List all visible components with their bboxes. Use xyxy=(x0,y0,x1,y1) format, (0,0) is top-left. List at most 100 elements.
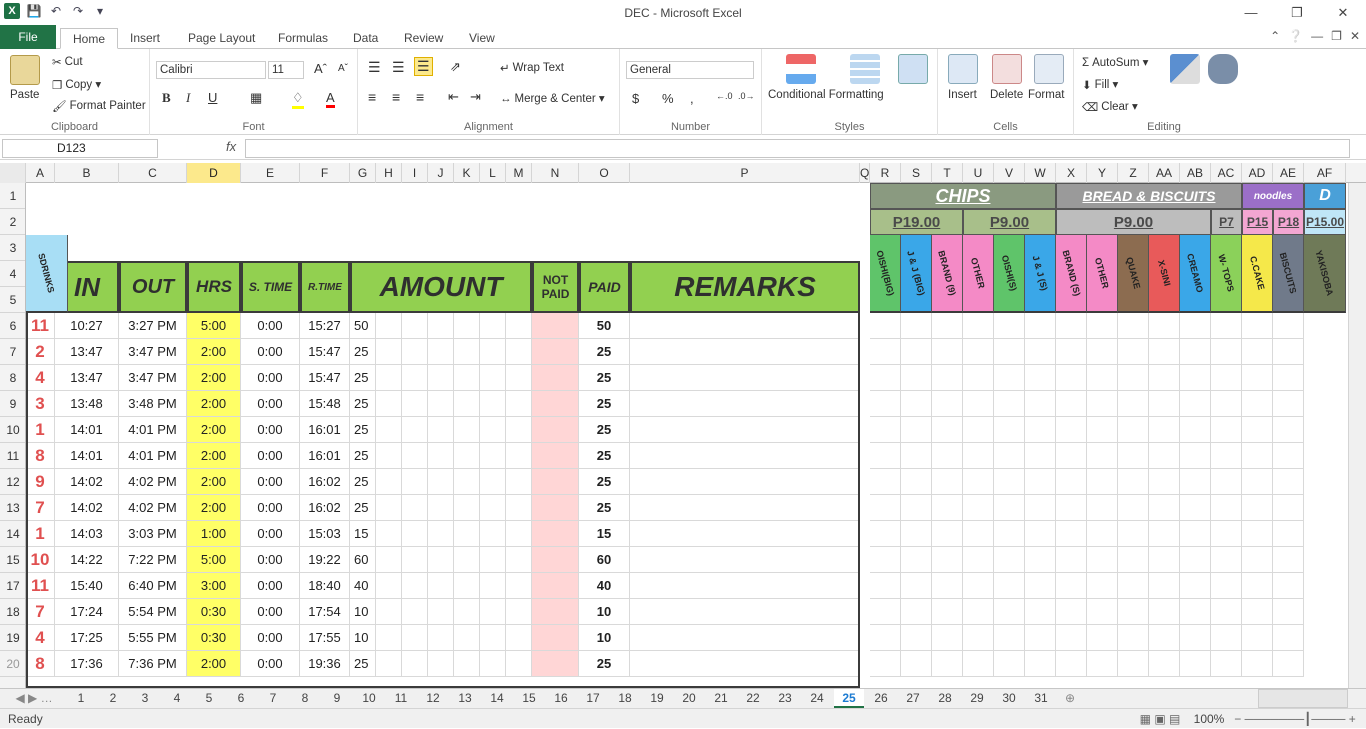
cell-blank[interactable] xyxy=(1056,313,1087,339)
cell-blank[interactable] xyxy=(428,391,454,417)
column-header-e[interactable]: E xyxy=(241,163,300,183)
tab-insert[interactable]: Insert xyxy=(118,28,172,49)
row-header-2[interactable]: 2 xyxy=(0,209,25,235)
cell-not-paid[interactable] xyxy=(532,313,579,339)
sheet-tab-26[interactable]: 26 xyxy=(866,689,896,708)
cell-blank[interactable] xyxy=(1025,339,1056,365)
cell-blank[interactable] xyxy=(1149,469,1180,495)
cell-blank[interactable] xyxy=(1180,651,1211,677)
column-header-ab[interactable]: AB xyxy=(1180,163,1211,183)
cell-blank[interactable] xyxy=(376,625,402,651)
cell-blank[interactable] xyxy=(901,443,932,469)
cell-blank[interactable] xyxy=(1211,365,1242,391)
cell-blank[interactable] xyxy=(454,469,480,495)
cell-rtime[interactable]: 15:27 xyxy=(300,313,350,339)
cell-blank[interactable] xyxy=(1056,417,1087,443)
sheet-tab-27[interactable]: 27 xyxy=(898,689,928,708)
cell-paid[interactable]: 25 xyxy=(579,339,630,365)
cell-blank[interactable] xyxy=(1180,547,1211,573)
tab-formulas[interactable]: Formulas xyxy=(266,28,340,49)
column-header-a[interactable]: A xyxy=(26,163,55,183)
cell-blank[interactable] xyxy=(994,443,1025,469)
collapse-ribbon-icon[interactable]: ⌃ xyxy=(1270,29,1280,43)
cell-amt[interactable]: 60 xyxy=(350,547,376,573)
cell-blank[interactable] xyxy=(1242,495,1273,521)
format-cells-icon[interactable] xyxy=(1034,54,1064,84)
comma-button[interactable]: , xyxy=(690,91,694,106)
cell-blank[interactable] xyxy=(994,313,1025,339)
cell-blank[interactable] xyxy=(870,469,901,495)
cell-remarks[interactable] xyxy=(630,599,860,625)
cell-blank[interactable] xyxy=(1211,391,1242,417)
cell-blank[interactable] xyxy=(1118,599,1149,625)
cell-out[interactable]: 4:01 PM xyxy=(119,443,187,469)
cell-paid[interactable]: 40 xyxy=(579,573,630,599)
tab-file[interactable]: File xyxy=(0,25,56,49)
cell-blank[interactable] xyxy=(376,599,402,625)
cell-in[interactable]: 14:01 xyxy=(55,417,119,443)
cell-remarks[interactable] xyxy=(630,391,860,417)
cell-amt[interactable]: 25 xyxy=(350,651,376,677)
cell-blank[interactable] xyxy=(376,651,402,677)
cell-amt[interactable]: 10 xyxy=(350,625,376,651)
cell-blank[interactable] xyxy=(932,521,963,547)
decrease-decimal-icon[interactable]: .0→ xyxy=(738,91,755,101)
conditional-formatting-icon[interactable] xyxy=(786,54,816,84)
align-middle-icon[interactable]: ☰ xyxy=(392,59,405,76)
cell-out[interactable]: 3:03 PM xyxy=(119,521,187,547)
cell-blank[interactable] xyxy=(1273,547,1304,573)
cell-blank[interactable] xyxy=(932,339,963,365)
cell-paid[interactable]: 25 xyxy=(579,417,630,443)
cell-blank[interactable] xyxy=(1056,599,1087,625)
cell-rtime[interactable]: 15:47 xyxy=(300,365,350,391)
fill-button[interactable]: ⬇ Fill ▾ xyxy=(1082,77,1118,92)
cell-blank[interactable] xyxy=(480,339,506,365)
cell-blank[interactable] xyxy=(428,365,454,391)
cell-blank[interactable] xyxy=(376,417,402,443)
cell-blank[interactable] xyxy=(1025,417,1056,443)
tab-view[interactable]: View xyxy=(457,28,507,49)
zoom-slider[interactable]: − ───────┃──── + xyxy=(1230,710,1360,729)
cell-out[interactable]: 4:02 PM xyxy=(119,469,187,495)
cell-blank[interactable] xyxy=(506,391,532,417)
sheet-tab-17[interactable]: 17 xyxy=(578,689,608,708)
cell-blank[interactable] xyxy=(428,599,454,625)
cell-blank[interactable] xyxy=(932,651,963,677)
cell-blank[interactable] xyxy=(1025,547,1056,573)
cell-blank[interactable] xyxy=(932,469,963,495)
cell-blank[interactable] xyxy=(1118,625,1149,651)
column-header-j[interactable]: J xyxy=(428,163,454,183)
cell-blank[interactable] xyxy=(1211,651,1242,677)
paste-icon[interactable] xyxy=(10,55,40,85)
cell-blank[interactable] xyxy=(1056,651,1087,677)
column-header-c[interactable]: C xyxy=(119,163,187,183)
cell-rtime[interactable]: 18:40 xyxy=(300,573,350,599)
cell-blank[interactable] xyxy=(454,365,480,391)
column-header-b[interactable]: B xyxy=(55,163,119,183)
cell-blank[interactable] xyxy=(1180,313,1211,339)
cell-in[interactable]: 14:02 xyxy=(55,495,119,521)
cell-blank[interactable] xyxy=(454,625,480,651)
cell-blank[interactable] xyxy=(870,547,901,573)
cell-rtime[interactable]: 17:54 xyxy=(300,599,350,625)
cell-blank[interactable] xyxy=(994,495,1025,521)
cell-in[interactable]: 14:02 xyxy=(55,469,119,495)
cell-in[interactable]: 17:25 xyxy=(55,625,119,651)
cell-stime[interactable]: 0:00 xyxy=(241,651,300,677)
cell-blank[interactable] xyxy=(1180,573,1211,599)
cell-out[interactable]: 5:55 PM xyxy=(119,625,187,651)
column-header-z[interactable]: Z xyxy=(1118,163,1149,183)
column-header-q[interactable]: Q xyxy=(860,163,870,183)
cell-blank[interactable] xyxy=(1180,599,1211,625)
cell-paid[interactable]: 25 xyxy=(579,651,630,677)
cell-blank[interactable] xyxy=(901,417,932,443)
cell-blank[interactable] xyxy=(1118,365,1149,391)
column-header-h[interactable]: H xyxy=(376,163,402,183)
cell-blank[interactable] xyxy=(480,469,506,495)
sheet-tab-18[interactable]: 18 xyxy=(610,689,640,708)
cell-blank[interactable] xyxy=(1242,547,1273,573)
sheet-tab-19[interactable]: 19 xyxy=(642,689,672,708)
cell-remarks[interactable] xyxy=(630,365,860,391)
cell-blank[interactable] xyxy=(480,391,506,417)
cell-rtime[interactable]: 17:55 xyxy=(300,625,350,651)
